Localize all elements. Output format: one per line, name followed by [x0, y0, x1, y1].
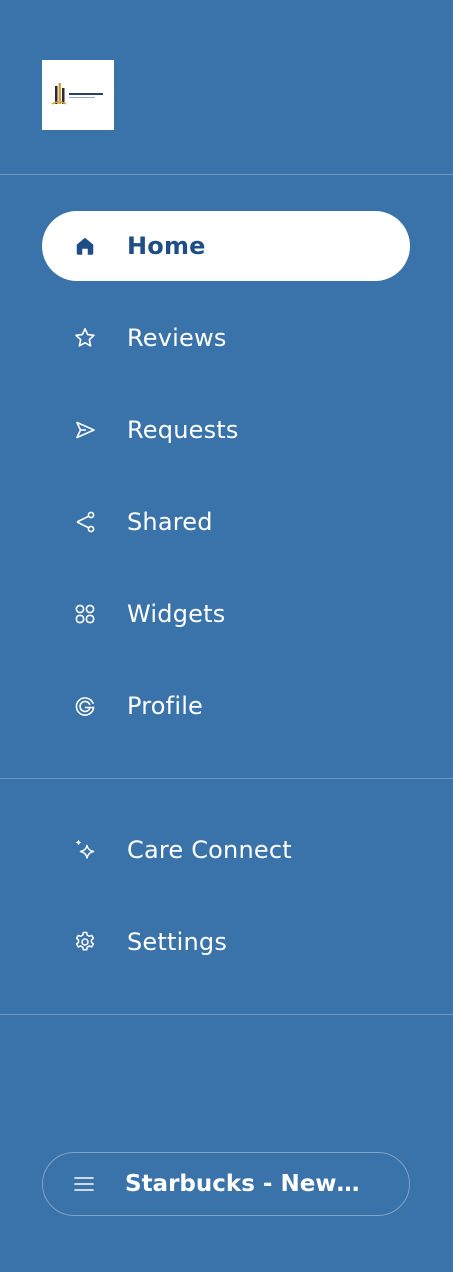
widgets-icon: [72, 601, 98, 627]
google-icon: [72, 693, 98, 719]
account-name: Starbucks - New…: [125, 1171, 360, 1197]
nav-label-care-connect: Care Connect: [127, 836, 292, 864]
send-icon: [72, 417, 98, 443]
nav-item-care-connect[interactable]: Care Connect: [42, 815, 410, 885]
nav-item-shared[interactable]: Shared: [42, 487, 410, 557]
divider-middle: [0, 778, 453, 779]
sidebar: Home Reviews Requests Shared Widgets Pro…: [0, 0, 453, 1272]
sparkle-icon: [72, 837, 98, 863]
account-switcher-button[interactable]: Starbucks - New…: [42, 1152, 410, 1216]
logo-mark-icon: [51, 83, 103, 105]
divider-top: [0, 174, 453, 175]
nav-label-profile: Profile: [127, 692, 204, 720]
share-icon: [72, 509, 98, 535]
nav-item-requests[interactable]: Requests: [42, 395, 410, 465]
home-icon: [72, 233, 98, 259]
nav-label-requests: Requests: [127, 416, 239, 444]
nav-item-profile[interactable]: Profile: [42, 671, 410, 741]
nav-item-home[interactable]: Home: [42, 211, 410, 281]
nav-item-settings[interactable]: Settings: [42, 907, 410, 977]
gear-icon: [72, 929, 98, 955]
menu-icon: [71, 1171, 97, 1197]
nav-item-widgets[interactable]: Widgets: [42, 579, 410, 649]
divider-bottom: [0, 1014, 453, 1015]
star-icon: [72, 325, 98, 351]
nav-item-reviews[interactable]: Reviews: [42, 303, 410, 373]
nav-label-shared: Shared: [127, 508, 213, 536]
nav-label-home: Home: [127, 232, 206, 260]
nav-label-widgets: Widgets: [127, 600, 226, 628]
company-logo[interactable]: [42, 60, 114, 130]
nav-label-reviews: Reviews: [127, 324, 227, 352]
nav-label-settings: Settings: [127, 928, 228, 956]
